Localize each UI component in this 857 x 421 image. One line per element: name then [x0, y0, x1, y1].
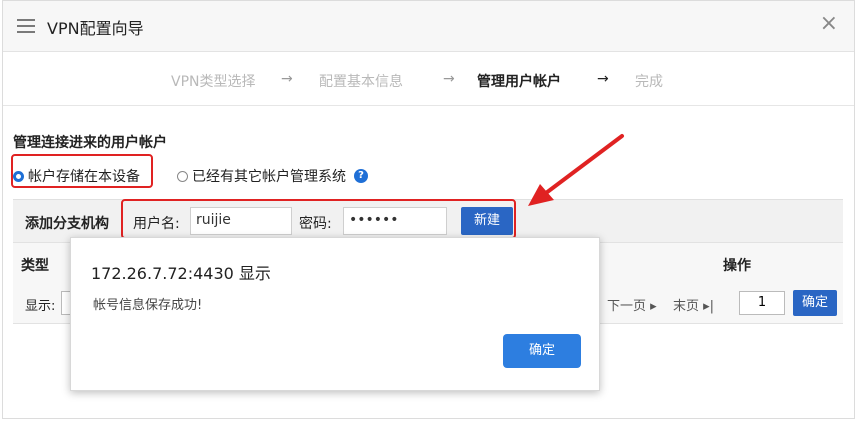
- red-arrow-icon: [528, 134, 624, 206]
- help-icon[interactable]: ?: [354, 169, 368, 183]
- step-arrow-icon: →: [281, 71, 293, 87]
- menu-icon[interactable]: [17, 19, 35, 33]
- last-page-link[interactable]: 末页 ▸|: [673, 295, 714, 314]
- title-bar: VPN配置向导 ×: [3, 1, 854, 52]
- show-label: 显示:: [25, 299, 56, 314]
- close-icon[interactable]: ×: [820, 13, 838, 35]
- step-arrow-icon: →: [443, 71, 455, 87]
- step-finish: 完成: [635, 74, 663, 90]
- step-vpn-type: VPN类型选择: [171, 74, 256, 90]
- page-confirm-button[interactable]: 确定: [793, 290, 837, 316]
- step-basic-info: 配置基本信息: [319, 74, 403, 90]
- radio-external-system[interactable]: 已经有其它帐户管理系统 ?: [177, 166, 368, 186]
- add-branch-label: 添加分支机构: [25, 216, 109, 232]
- step-arrow-icon: →: [597, 71, 609, 87]
- column-type: 类型: [21, 258, 49, 274]
- alert-dialog: 172.26.7.72:4430 显示 帐号信息保存成功! 确定: [70, 237, 600, 391]
- next-page-link[interactable]: 下一页 ▸: [607, 295, 657, 314]
- column-action: 操作: [723, 258, 751, 274]
- dialog-message: 帐号信息保存成功!: [93, 298, 203, 313]
- window-title: VPN配置向导: [47, 19, 144, 38]
- section-title: 管理连接进来的用户帐户: [13, 135, 167, 151]
- radio-label: 已经有其它帐户管理系统: [192, 169, 346, 185]
- step-manage-accounts: 管理用户帐户: [477, 74, 561, 90]
- dialog-ok-button[interactable]: 确定: [503, 334, 581, 368]
- highlight-box: [121, 199, 516, 239]
- highlight-box: [11, 154, 153, 188]
- divider: [3, 105, 854, 106]
- dialog-title: 172.26.7.72:4430 显示: [91, 264, 271, 283]
- radio-unchecked-icon: [177, 170, 188, 182]
- page-number-input[interactable]: 1: [739, 291, 785, 315]
